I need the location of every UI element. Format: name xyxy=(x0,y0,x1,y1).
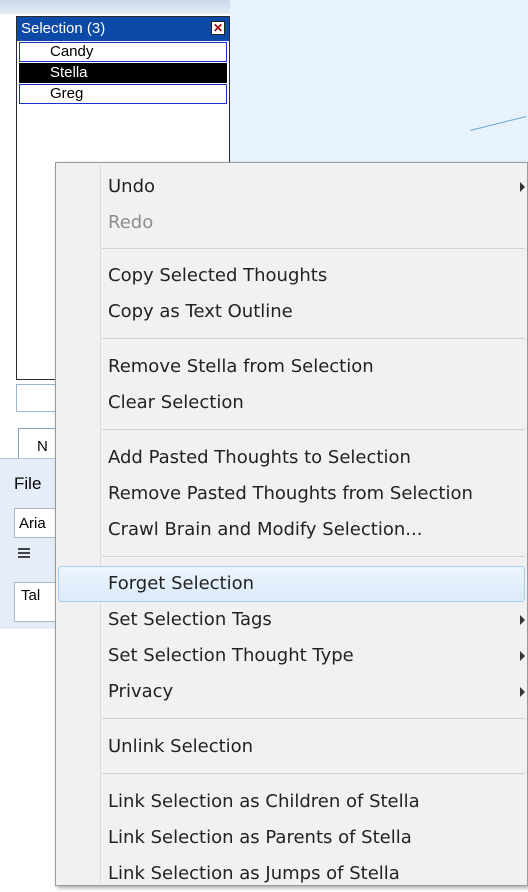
menu-item-label: Set Selection Thought Type xyxy=(108,645,354,666)
notes-text-area[interactable]: Tal xyxy=(14,582,60,622)
menu-separator xyxy=(102,248,525,249)
menu-item-set-tags[interactable]: Set Selection Tags xyxy=(58,602,525,638)
menu-item-link-jumps[interactable]: Link Selection as Jumps of Stella xyxy=(58,856,525,884)
menu-item-copy-outline[interactable]: Copy as Text Outline xyxy=(58,294,525,330)
file-menu[interactable]: File xyxy=(14,474,41,494)
menu-item-link-parents[interactable]: Link Selection as Parents of Stella xyxy=(58,820,525,856)
menu-item-label: Redo xyxy=(108,212,154,233)
menu-item-crawl-brain[interactable]: Crawl Brain and Modify Selection... xyxy=(58,512,525,548)
menu-item-label: Link Selection as Parents of Stella xyxy=(108,827,412,848)
menu-item-label: Undo xyxy=(108,176,156,197)
menu-separator xyxy=(102,718,525,719)
menu-item-label: Link Selection as Jumps of Stella xyxy=(108,863,400,884)
menu-item-label: Crawl Brain and Modify Selection... xyxy=(108,519,423,540)
menu-item-privacy[interactable]: Privacy xyxy=(58,674,525,710)
menu-item-label: Unlink Selection xyxy=(108,736,254,757)
menu-item-label: Remove Stella from Selection xyxy=(108,356,374,377)
menu-separator xyxy=(102,338,525,339)
submenu-arrow-icon xyxy=(520,615,525,625)
selection-item-candy[interactable]: Candy xyxy=(19,42,227,62)
selection-panel-title-text: Selection (3) xyxy=(21,20,106,37)
menu-item-copy-selected[interactable]: Copy Selected Thoughts xyxy=(58,258,525,294)
selection-item-stella[interactable]: Stella xyxy=(19,63,227,83)
menu-item-remove-stella[interactable]: Remove Stella from Selection xyxy=(58,349,525,385)
menu-item-remove-pasted[interactable]: Remove Pasted Thoughts from Selection xyxy=(58,476,525,512)
submenu-arrow-icon xyxy=(520,687,525,697)
submenu-arrow-icon xyxy=(520,182,525,192)
menu-item-label: Copy as Text Outline xyxy=(108,301,293,322)
menu-separator xyxy=(102,773,525,774)
align-left-icon[interactable] xyxy=(18,548,30,560)
menu-item-label: Remove Pasted Thoughts from Selection xyxy=(108,483,473,504)
menu-item-redo: Redo xyxy=(58,205,525,241)
menu-separator xyxy=(102,556,525,557)
menu-item-unlink[interactable]: Unlink Selection xyxy=(58,729,525,765)
selection-item-greg[interactable]: Greg xyxy=(19,84,227,104)
menu-item-label: Add Pasted Thoughts to Selection xyxy=(108,447,411,468)
menu-item-add-pasted[interactable]: Add Pasted Thoughts to Selection xyxy=(58,440,525,476)
menu-item-label: Forget Selection xyxy=(108,573,255,594)
menu-item-label: Privacy xyxy=(108,681,174,702)
menu-item-label: Copy Selected Thoughts xyxy=(108,265,328,286)
context-menu: Undo Redo Copy Selected Thoughts Copy as… xyxy=(55,162,528,886)
selection-panel-title: Selection (3) ✕ xyxy=(17,17,229,41)
close-icon[interactable]: ✕ xyxy=(211,21,225,35)
menu-item-forget-selection[interactable]: Forget Selection xyxy=(58,566,525,602)
menu-item-set-thought-type[interactable]: Set Selection Thought Type xyxy=(58,638,525,674)
menu-item-label: Clear Selection xyxy=(108,392,244,413)
menu-item-link-children[interactable]: Link Selection as Children of Stella xyxy=(58,784,525,820)
submenu-arrow-icon xyxy=(520,651,525,661)
menu-item-undo[interactable]: Undo xyxy=(58,169,525,205)
menu-item-label: Set Selection Tags xyxy=(108,609,272,630)
font-select[interactable]: Aria xyxy=(14,508,60,538)
menu-item-label: Link Selection as Children of Stella xyxy=(108,791,420,812)
menu-item-clear-selection[interactable]: Clear Selection xyxy=(58,385,525,421)
menu-separator xyxy=(102,429,525,430)
